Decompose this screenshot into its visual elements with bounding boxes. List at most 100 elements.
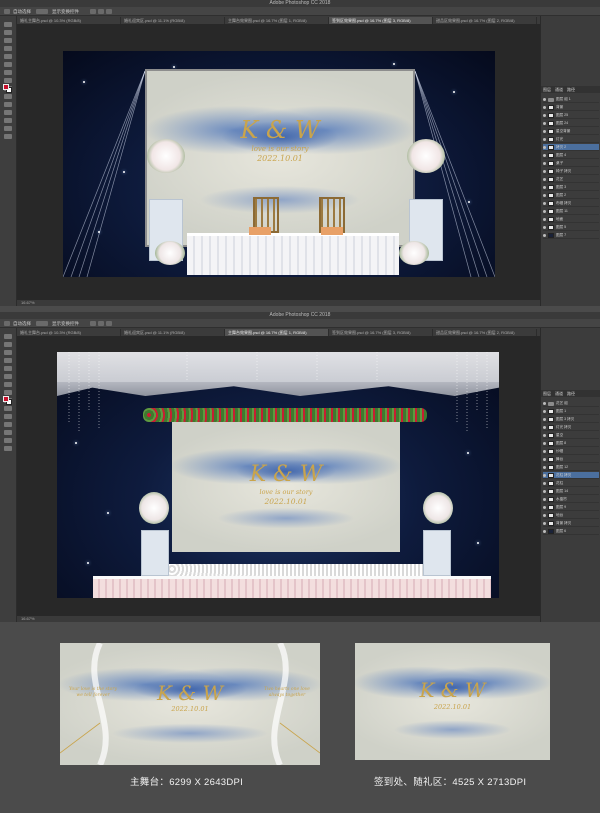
visibility-eye-icon[interactable] [543,418,546,421]
visibility-eye-icon[interactable] [543,210,546,213]
layer-row[interactable]: 图层 7 [543,232,599,239]
document-tab[interactable]: 主舞台效果图.psd @ 16.7% (图层 1, RGB/8) [225,329,329,336]
healing-brush-icon[interactable] [4,70,12,75]
document-tab[interactable]: 婚礼主舞台.psd @ 10.3% (RGB/8) [17,17,121,24]
document-tab[interactable]: 甜品区效果图.psd @ 16.7% (图层 2, RGB/8) [433,329,537,336]
layer-row[interactable]: 花柱 拷贝 [543,472,599,479]
lasso-tool-icon[interactable] [4,350,12,355]
visibility-eye-icon[interactable] [543,98,546,101]
visibility-eye-icon[interactable] [543,114,546,117]
layer-row[interactable]: 星空背景 [543,128,599,135]
crop-tool-icon[interactable] [4,54,12,59]
magic-wand-icon[interactable] [4,358,12,363]
layer-row[interactable]: 图层 3 拷贝 [543,416,599,423]
layer-row[interactable]: 图层 3 [543,184,599,191]
pen-tool-icon[interactable] [4,110,12,115]
visibility-eye-icon[interactable] [543,138,546,141]
visibility-eye-icon[interactable] [543,122,546,125]
tab-layers[interactable]: 图层 [543,87,551,93]
layer-row[interactable]: 椅子 拷贝 [543,168,599,175]
visibility-eye-icon[interactable] [543,474,546,477]
visibility-eye-icon[interactable] [543,530,546,533]
visibility-eye-icon[interactable] [543,106,546,109]
layer-row[interactable]: 图层 24 [543,120,599,127]
brush-tool-icon[interactable] [4,78,12,83]
layer-row[interactable]: 图层 12 [543,464,599,471]
canvas-area[interactable]: K & W love is our story 2022.10.01 [17,24,540,300]
text-tool-icon[interactable] [4,430,12,435]
layer-row[interactable]: 拷贝 2 [543,144,599,151]
visibility-eye-icon[interactable] [543,410,546,413]
move-tool-icon[interactable] [4,334,12,339]
eraser-tool-icon[interactable] [4,406,12,411]
visibility-eye-icon[interactable] [543,402,546,405]
document-tab[interactable]: 婚礼迎宾区.psd @ 11.1% (RGB/8) [121,329,225,336]
layer-row[interactable]: 地台 [543,512,599,519]
tab-layers[interactable]: 图层 [543,391,551,397]
visibility-eye-icon[interactable] [543,178,546,181]
layer-row[interactable]: 图层 11 [543,208,599,215]
gradient-tool-icon[interactable] [4,102,12,107]
magic-wand-icon[interactable] [4,46,12,51]
layer-row[interactable]: 水晶帘 [543,496,599,503]
layer-row[interactable]: 地面 [543,216,599,223]
layer-row[interactable]: 花艺 组 [543,400,599,407]
document-tab[interactable]: 婚礼主舞台.psd @ 10.3% (RGB/8) [17,329,121,336]
lasso-tool-icon[interactable] [4,38,12,43]
layer-row[interactable]: 图层 9 [543,504,599,511]
document-tab[interactable]: 签到区效果图.psd @ 16.7% (图层 3, RGB/8) [329,17,433,24]
visibility-eye-icon[interactable] [543,162,546,165]
align-icon[interactable] [98,9,104,14]
move-tool-icon[interactable] [4,22,12,27]
visibility-eye-icon[interactable] [543,522,546,525]
tab-paths[interactable]: 路径 [567,87,575,93]
layer-row[interactable]: 星空 [543,432,599,439]
eyedropper-icon[interactable] [4,62,12,67]
tab-channels[interactable]: 通道 [555,391,563,397]
visibility-eye-icon[interactable] [543,218,546,221]
visibility-eye-icon[interactable] [543,490,546,493]
crop-tool-icon[interactable] [4,366,12,371]
layer-row[interactable]: 图层 4 [543,152,599,159]
layer-row[interactable]: 图层 1 [543,408,599,415]
pen-tool-icon[interactable] [4,422,12,427]
layer-row[interactable]: 灯光 拷贝 [543,424,599,431]
layer-row[interactable]: 图层 组 1 [543,96,599,103]
tab-channels[interactable]: 通道 [555,87,563,93]
visibility-eye-icon[interactable] [543,234,546,237]
document-tab[interactable]: 甜品区效果图.psd @ 16.7% (图层 2, RGB/8) [433,17,537,24]
visibility-eye-icon[interactable] [543,434,546,437]
visibility-eye-icon[interactable] [543,506,546,509]
marquee-tool-icon[interactable] [4,342,12,347]
align-icon[interactable] [90,321,96,326]
visibility-eye-icon[interactable] [543,186,546,189]
visibility-eye-icon[interactable] [543,498,546,501]
visibility-eye-icon[interactable] [543,514,546,517]
align-icon[interactable] [90,9,96,14]
layer-row[interactable]: 花艺 [543,176,599,183]
layer-row[interactable]: 图层 8 [543,440,599,447]
document-tab[interactable]: 主舞台效果图.psd @ 16.7% (图层 1, RGB/8) [225,17,329,24]
move-tool-icon[interactable] [4,321,10,326]
zoom-tool-icon[interactable] [4,446,12,451]
visibility-eye-icon[interactable] [543,226,546,229]
align-icon[interactable] [106,9,112,14]
hand-tool-icon[interactable] [4,126,12,131]
visibility-eye-icon[interactable] [543,146,546,149]
visibility-eye-icon[interactable] [543,442,546,445]
foreground-color-swatch[interactable] [3,84,9,90]
visibility-eye-icon[interactable] [543,466,546,469]
document-tab[interactable]: 婚礼迎宾区.psd @ 11.1% (RGB/8) [121,17,225,24]
layer-row[interactable]: 图层 14 [543,488,599,495]
visibility-eye-icon[interactable] [543,426,546,429]
gradient-tool-icon[interactable] [4,414,12,419]
layer-select-dropdown[interactable] [36,9,48,14]
text-tool-icon[interactable] [4,118,12,123]
visibility-eye-icon[interactable] [543,194,546,197]
layer-row[interactable]: 舞台 [543,456,599,463]
layer-row[interactable]: 图层 5 [543,224,599,231]
visibility-eye-icon[interactable] [543,202,546,205]
document-tab[interactable]: 签到区效果图.psd @ 16.7% (图层 3, RGB/8) [329,329,433,336]
eraser-tool-icon[interactable] [4,94,12,99]
healing-brush-icon[interactable] [4,382,12,387]
